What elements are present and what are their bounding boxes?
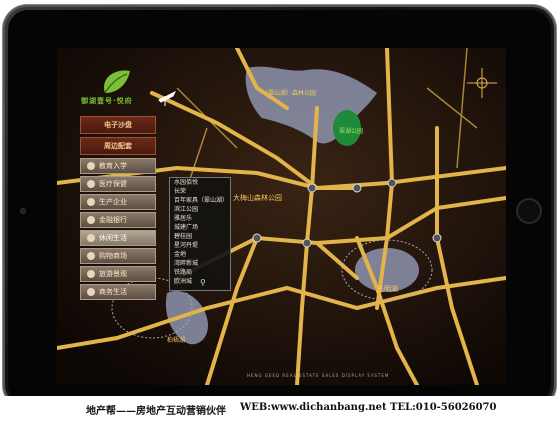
tourism-icon [87,270,95,278]
menu-item-education[interactable]: 教育入学 [80,158,156,174]
label-lake: （翠山湖）森林公园 [262,90,317,97]
poi-item[interactable]: 金地 [170,250,230,259]
bank-icon [87,216,95,224]
poi-item[interactable]: 湾畔新城 [170,259,230,268]
menu-surrounding[interactable]: 周边配套 [80,137,156,155]
medical-icon [87,180,95,188]
menu-item-bank[interactable]: 金融银行 [80,212,156,228]
search-icon[interactable]: ⚲ [200,278,206,287]
caption-brand: 地产帮——房地产互动营销伙伴 [86,406,226,417]
menu-electronic-sandbox[interactable]: 电子沙盘 [80,116,156,134]
poi-item[interactable]: 城建广场 [170,223,230,232]
side-menu: 电子沙盘 周边配套 教育入学 医疗保健 生产企业 金融银行 休闲生活 购物商场 … [80,116,156,302]
label-green-park: 翠湖公园 [339,128,364,135]
home-button[interactable] [516,198,542,224]
poi-item[interactable]: 水园佰悦 [170,178,230,187]
menu-item-shopping[interactable]: 购物商场 [80,248,156,264]
industry-icon [87,198,95,206]
shopping-icon [87,252,95,260]
label-guangming-lake: 光明湖 [377,285,398,293]
caption-tel: TEL:010-56026070 [390,402,497,413]
poi-item[interactable]: 滨江公园 [170,205,230,214]
poi-item[interactable]: 碧桂园 [170,232,230,241]
menu-item-medical[interactable]: 医疗保健 [80,176,156,192]
poi-item[interactable]: 长荣 [170,187,230,196]
leisure-icon [87,234,95,242]
poi-popup: 水园佰悦 长荣 百年家具（翠山湖） 滨江公园 雅居乐 城建广场 碧桂园 星河丹堤… [169,177,231,291]
menu-item-tourism[interactable]: 旅游景观 [80,266,156,282]
caption-web[interactable]: WEB:www.dichanbang.net [240,402,387,413]
poi-item[interactable]: 百年家具（翠山湖） [170,196,230,205]
poi-item[interactable]: 星河丹堤 [170,241,230,250]
poi-item[interactable]: 铁路局 [170,268,230,277]
system-footer-text: HENG GEED REAL ESTATE SALES DISPLAY SYST… [247,373,390,378]
camera-dot [21,209,25,213]
label-mountain-park: 大梅山森林公园 [233,194,282,202]
business-icon [87,288,95,296]
education-icon [87,162,95,170]
screen: 御湖壹号·悦府 电子沙盘 周边配套 教育入学 医疗保健 生产企业 金融银行 休闲… [57,48,506,385]
poi-item[interactable]: 雅居乐 [170,214,230,223]
label-bowu-lake: 柏梧湖 [167,337,186,344]
caption-bar: 地产帮——房地产互动营销伙伴 WEB:www.dichanbang.net TE… [0,396,560,439]
menu-item-business[interactable]: 商务生活 [80,284,156,300]
menu-item-leisure[interactable]: 休闲生活 [80,230,156,246]
logo-text: 御湖壹号·悦府 [81,97,133,105]
menu-item-industry[interactable]: 生产企业 [80,194,156,210]
